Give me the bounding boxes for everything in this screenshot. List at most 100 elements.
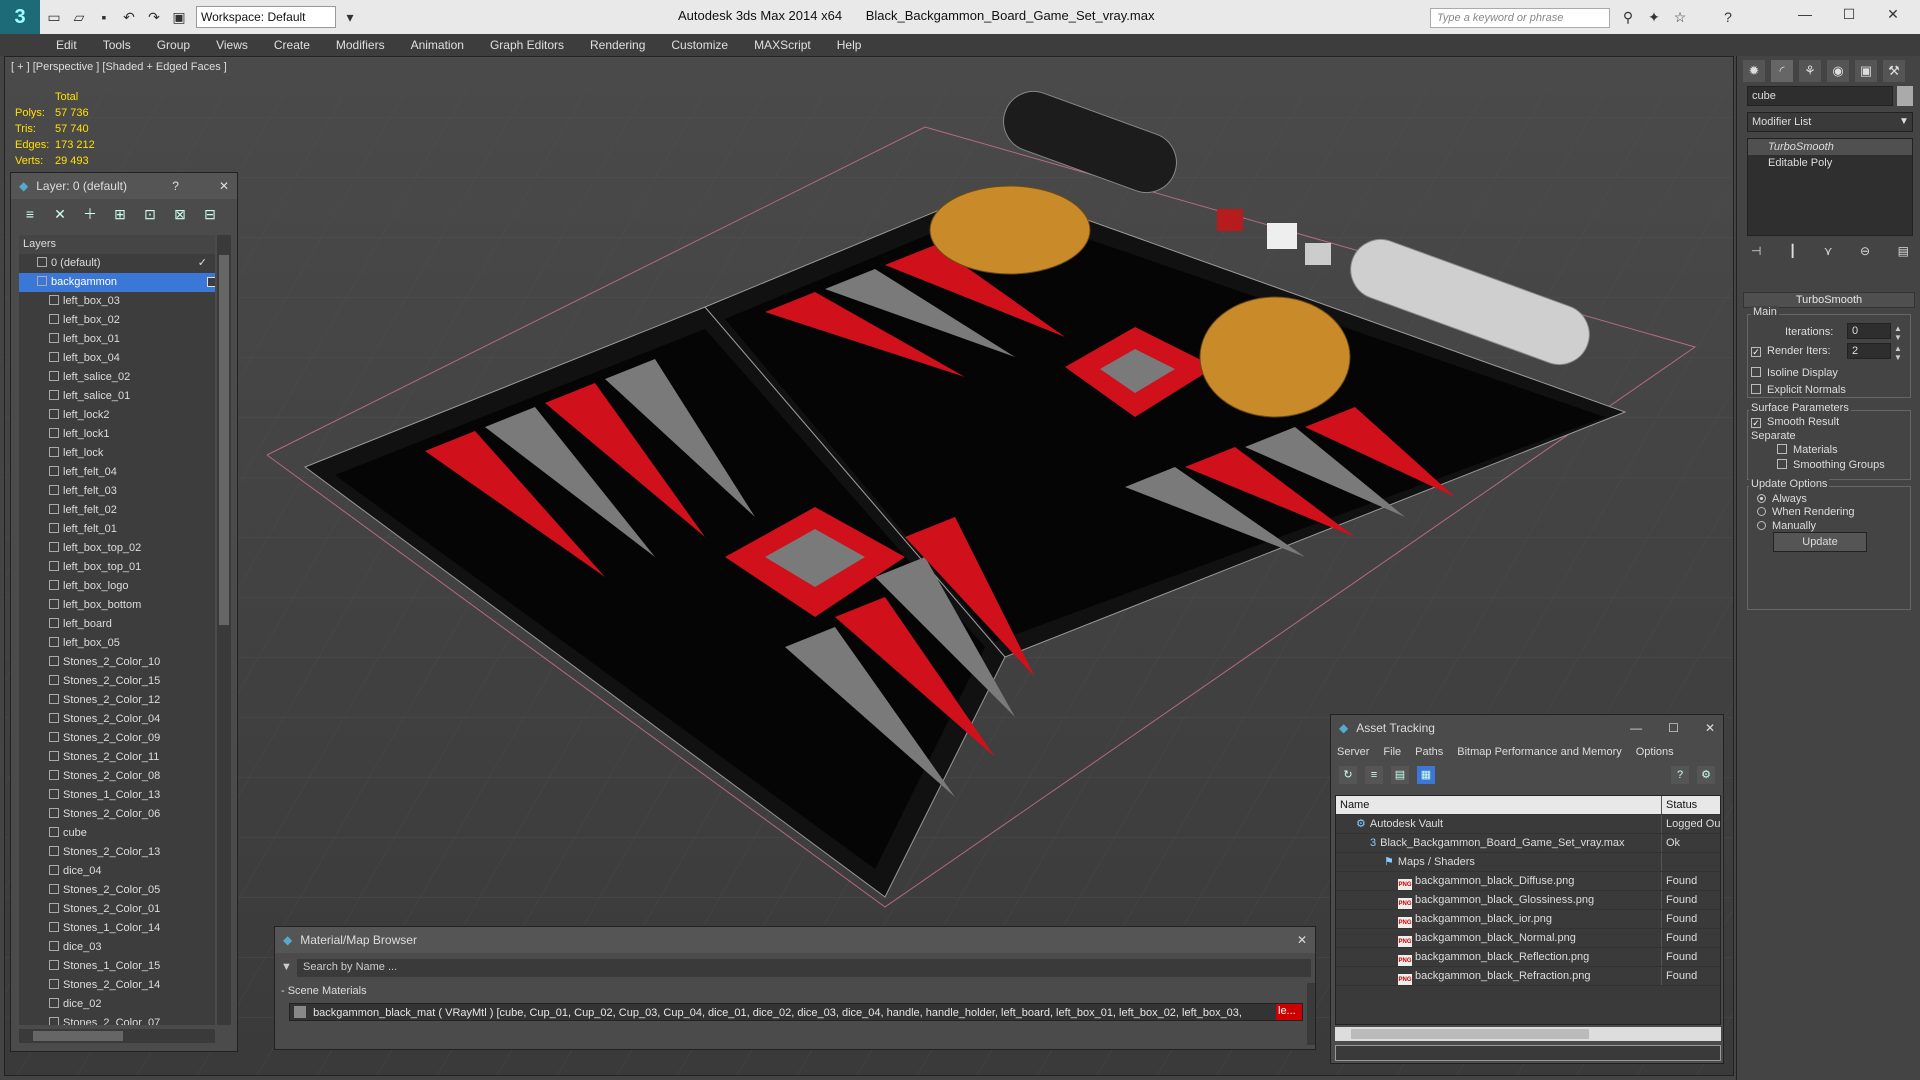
close-icon[interactable]: ✕ xyxy=(1878,6,1908,26)
asset-menu-options[interactable]: Options xyxy=(1636,746,1674,758)
layer-row[interactable]: left_box_03 xyxy=(19,292,215,311)
isoline-row[interactable]: Isoline Display xyxy=(1751,367,1838,379)
layer-row[interactable]: left_felt_03 xyxy=(19,482,215,501)
filter-icon[interactable]: ▼ xyxy=(281,961,292,973)
layer-row[interactable]: backgammon xyxy=(19,273,215,292)
layer-row[interactable]: Stones_2_Color_07 xyxy=(19,1014,215,1025)
layer-row[interactable]: 0 (default) ✓ xyxy=(19,254,215,273)
layer-row[interactable]: Stones_2_Color_05 xyxy=(19,881,215,900)
material-search-input[interactable]: Search by Name ... xyxy=(297,959,1311,977)
asset-menu-file[interactable]: File xyxy=(1383,746,1401,758)
asset-row[interactable]: PNG backgammon_black_ior.png Found xyxy=(1336,910,1720,929)
layer-list[interactable]: Layers 0 (default) ✓ backgammon left_box_03… xyxy=(19,235,215,1025)
when-rendering-row[interactable]: When Rendering xyxy=(1757,506,1855,518)
asset-hscroll-thumb[interactable] xyxy=(1351,1029,1589,1039)
project-folder-icon[interactable]: ▣ xyxy=(168,6,190,28)
layer-row[interactable]: dice_04 xyxy=(19,862,215,881)
undo-icon[interactable]: ↶ xyxy=(118,6,140,28)
smoothing-groups-row[interactable]: Smoothing Groups xyxy=(1777,459,1885,471)
layer-row[interactable]: Stones_2_Color_09 xyxy=(19,729,215,748)
hide-toggle-icon[interactable] xyxy=(207,277,215,287)
layer-row[interactable]: left_box_04 xyxy=(19,349,215,368)
smooth-result-row[interactable]: ✓ Smooth Result xyxy=(1751,416,1839,428)
layer-row[interactable]: cube xyxy=(19,824,215,843)
viewport-label[interactable]: [ + ] [Perspective ] [Shaded + Edged Fac… xyxy=(11,61,227,73)
layer-row[interactable]: left_box_02 xyxy=(19,311,215,330)
menu-customize[interactable]: Customize xyxy=(671,38,728,52)
explicit-normals-checkbox[interactable] xyxy=(1751,384,1761,394)
render-iters-spinner[interactable]: 2 xyxy=(1847,343,1891,359)
layer-row[interactable]: left_box_05 xyxy=(19,634,215,653)
new-file-icon[interactable]: ▭ xyxy=(43,6,65,28)
layer-row[interactable]: Stones_2_Color_06 xyxy=(19,805,215,824)
display-tab-icon[interactable]: ▣ xyxy=(1855,60,1877,82)
explicit-normals-row[interactable]: Explicit Normals xyxy=(1751,384,1846,396)
material-browser-close-icon[interactable]: ✕ xyxy=(1297,933,1307,947)
menu-animation[interactable]: Animation xyxy=(411,38,464,52)
layer-horizontal-scrollbar[interactable] xyxy=(19,1029,215,1043)
isoline-checkbox[interactable] xyxy=(1751,367,1761,377)
chevron-down-icon[interactable]: ▼ xyxy=(1899,116,1909,127)
layer-row[interactable]: left_felt_01 xyxy=(19,520,215,539)
asset-minimize-icon[interactable]: — xyxy=(1630,721,1642,735)
hierarchy-tab-icon[interactable]: ⚘ xyxy=(1799,60,1821,82)
render-iters-checkbox[interactable]: ✓ xyxy=(1751,347,1761,357)
layer-row[interactable]: left_box_bottom xyxy=(19,596,215,615)
help-button[interactable]: ? xyxy=(172,179,179,193)
manually-radio[interactable] xyxy=(1757,521,1766,530)
menu-tools[interactable]: Tools xyxy=(103,38,131,52)
smooth-result-checkbox[interactable]: ✓ xyxy=(1751,418,1761,428)
save-icon[interactable]: ▪ xyxy=(93,6,115,28)
material-scrollbar[interactable] xyxy=(1307,983,1315,1045)
help-icon[interactable]: ? xyxy=(1717,6,1739,28)
asset-row[interactable]: PNG backgammon_black_Diffuse.png Found xyxy=(1336,872,1720,891)
current-layer-check-icon[interactable]: ✓ xyxy=(198,254,207,273)
materials-row[interactable]: Materials xyxy=(1777,444,1838,456)
table-view-icon[interactable]: ▦ xyxy=(1417,766,1435,784)
menu-maxscript[interactable]: MAXScript xyxy=(754,38,811,52)
spinner-arrows-icon[interactable]: ▲ ▼ xyxy=(1894,344,1902,362)
asset-maximize-icon[interactable]: ☐ xyxy=(1668,721,1679,735)
asset-row[interactable]: ⚙ Autodesk Vault Logged Out xyxy=(1336,815,1720,834)
motion-tab-icon[interactable]: ◉ xyxy=(1827,60,1849,82)
iterations-spinner[interactable]: 0 xyxy=(1847,323,1891,339)
binoculars-icon[interactable]: ⚲ xyxy=(1617,6,1639,28)
layer-row[interactable]: left_box_logo xyxy=(19,577,215,596)
layer-row[interactable]: Stones_1_Color_13 xyxy=(19,786,215,805)
col-status-header[interactable]: Status xyxy=(1662,796,1720,814)
layer-row[interactable]: left_felt_04 xyxy=(19,463,215,482)
layer-row[interactable]: left_lock2 xyxy=(19,406,215,425)
manually-row[interactable]: Manually xyxy=(1757,520,1816,532)
spinner-arrows-icon[interactable]: ▲ ▼ xyxy=(1894,324,1902,342)
modifier-list-dropdown[interactable]: Modifier List xyxy=(1747,112,1913,132)
menu-rendering[interactable]: Rendering xyxy=(590,38,645,52)
object-name-field[interactable]: cube xyxy=(1747,86,1893,106)
maximize-icon[interactable]: ☐ xyxy=(1834,6,1864,26)
make-unique-icon[interactable]: ⋎ xyxy=(1824,244,1833,266)
asset-horizontal-scrollbar[interactable] xyxy=(1335,1027,1721,1041)
menu-edit[interactable]: Edit xyxy=(56,38,77,52)
layer-row[interactable]: dice_03 xyxy=(19,938,215,957)
always-radio[interactable] xyxy=(1757,494,1766,503)
layer-row[interactable]: Stones_1_Color_15 xyxy=(19,957,215,976)
smoothing-groups-checkbox[interactable] xyxy=(1777,459,1787,469)
delete-layer-icon[interactable]: ✕ xyxy=(49,203,71,225)
asset-row[interactable]: PNG backgammon_black_Refraction.png Found xyxy=(1336,967,1720,986)
layer-row[interactable]: left_lock xyxy=(19,444,215,463)
layer-row[interactable]: Stones_2_Color_14 xyxy=(19,976,215,995)
create-tab-icon[interactable]: ✹ xyxy=(1743,60,1765,82)
layer-sort-icon[interactable]: ≡ xyxy=(19,203,41,225)
materials-checkbox[interactable] xyxy=(1777,444,1787,454)
layer-row[interactable]: left_box_top_01 xyxy=(19,558,215,577)
menu-group[interactable]: Group xyxy=(157,38,190,52)
asset-settings-icon[interactable]: ⚙ xyxy=(1697,766,1715,784)
layer-row[interactable]: left_salice_01 xyxy=(19,387,215,406)
layer-row[interactable]: dice_02 xyxy=(19,995,215,1014)
asset-menu-paths[interactable]: Paths xyxy=(1415,746,1443,758)
minimize-icon[interactable]: — xyxy=(1790,6,1820,26)
modifier-stack[interactable]: TurboSmooth Editable Poly xyxy=(1747,138,1913,236)
details-view-icon[interactable]: ▤ xyxy=(1391,766,1409,784)
asset-menu-bitmap-performance-and-memory[interactable]: Bitmap Performance and Memory xyxy=(1457,746,1621,758)
workspace-dropdown[interactable]: Workspace: Default xyxy=(196,6,336,28)
star-icon[interactable]: ☆ xyxy=(1669,6,1691,28)
